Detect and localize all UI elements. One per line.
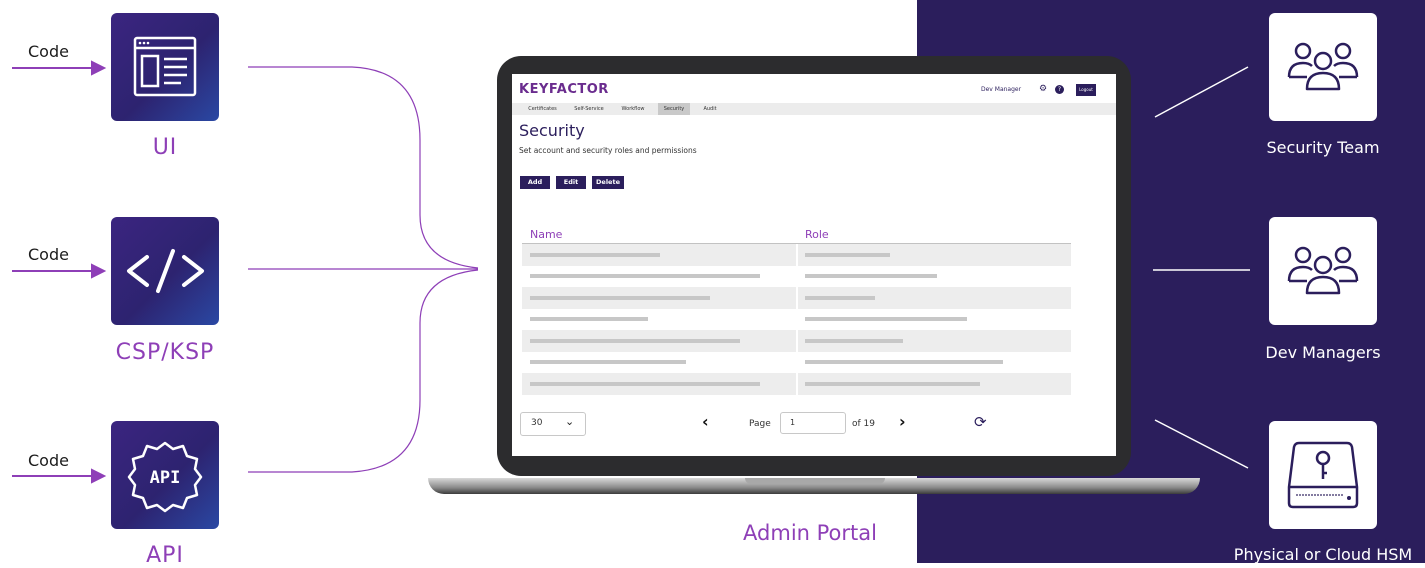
api-tile: API xyxy=(111,421,219,529)
row-separator xyxy=(796,244,798,266)
tab-bar: Certificates Self-Service Workflow Secur… xyxy=(512,103,1116,115)
browser-window-icon xyxy=(133,36,197,97)
code-label-csp: Code xyxy=(28,245,69,264)
add-button[interactable]: Add xyxy=(520,176,550,189)
ui-tile xyxy=(111,13,219,121)
converging-bracket xyxy=(248,66,479,473)
page-number-value: 1 xyxy=(790,418,796,427)
row-separator xyxy=(796,373,798,395)
users-group-icon xyxy=(1287,246,1359,295)
users-group-icon xyxy=(1287,42,1359,91)
laptop-notch xyxy=(745,478,885,484)
edit-button[interactable]: Edit xyxy=(556,176,586,189)
hsm-tile xyxy=(1269,421,1377,529)
row-separator xyxy=(796,330,798,352)
ui-caption: UI xyxy=(152,135,178,160)
code-brackets-icon xyxy=(127,249,204,293)
page-number-input[interactable]: 1 xyxy=(780,412,846,434)
role-placeholder xyxy=(805,253,890,257)
tab-self-service[interactable]: Self-Service xyxy=(567,103,611,115)
name-placeholder xyxy=(530,382,760,386)
dev-managers-tile xyxy=(1269,217,1377,325)
csp-caption: CSP/KSP xyxy=(115,340,215,365)
code-label-api: Code xyxy=(28,451,69,470)
name-placeholder xyxy=(530,274,760,278)
settings-gear-icon[interactable]: ⚙ xyxy=(1039,84,1047,94)
page-subtitle: Set account and security roles and permi… xyxy=(519,146,697,155)
security-team-tile xyxy=(1269,13,1377,121)
tab-security[interactable]: Security xyxy=(658,103,690,115)
previous-page-icon[interactable]: ‹ xyxy=(702,412,709,431)
user-name[interactable]: Dev Manager xyxy=(981,86,1021,93)
column-header-role[interactable]: Role xyxy=(805,228,829,241)
column-header-name[interactable]: Name xyxy=(530,228,562,241)
admin-portal-screen: KEYFACTOR Dev Manager ⚙ ? Logout Certifi… xyxy=(512,74,1116,456)
svg-text:API: API xyxy=(150,468,181,488)
page-size-value: 30 xyxy=(531,418,543,428)
tab-audit[interactable]: Audit xyxy=(695,103,725,115)
role-placeholder xyxy=(805,296,875,300)
input-arrows xyxy=(12,60,107,484)
code-label-ui: Code xyxy=(28,42,69,61)
refresh-icon[interactable]: ⟳ xyxy=(974,413,987,431)
delete-button[interactable]: Delete xyxy=(592,176,624,189)
role-placeholder xyxy=(805,382,980,386)
name-placeholder xyxy=(530,296,710,300)
page-title: Security xyxy=(519,121,585,140)
security-team-caption: Security Team xyxy=(1266,138,1380,157)
keyfactor-logo: KEYFACTOR xyxy=(519,82,609,97)
next-page-icon[interactable]: › xyxy=(899,412,906,431)
api-caption: API xyxy=(146,543,184,568)
name-placeholder xyxy=(530,317,648,321)
logout-button[interactable]: Logout xyxy=(1076,84,1096,96)
tab-workflow[interactable]: Workflow xyxy=(615,103,651,115)
role-placeholder xyxy=(805,339,903,343)
page-label: Page xyxy=(749,419,771,429)
name-placeholder xyxy=(530,253,660,257)
csp-tile xyxy=(111,217,219,325)
help-icon[interactable]: ? xyxy=(1055,85,1064,94)
api-gear-icon: API xyxy=(127,441,203,513)
name-placeholder xyxy=(530,339,740,343)
role-placeholder xyxy=(805,317,967,321)
tab-certificates[interactable]: Certificates xyxy=(520,103,565,115)
role-placeholder xyxy=(805,360,1003,364)
page-size-select[interactable]: 30 ⌄ xyxy=(520,412,586,436)
chevron-down-icon: ⌄ xyxy=(565,415,575,428)
hsm-key-icon xyxy=(1287,441,1359,509)
name-placeholder xyxy=(530,360,686,364)
page-total: of 19 xyxy=(852,419,875,429)
row-separator xyxy=(796,287,798,309)
role-placeholder xyxy=(805,274,937,278)
hsm-caption: Physical or Cloud HSM xyxy=(1233,545,1413,564)
dev-managers-caption: Dev Managers xyxy=(1265,343,1381,362)
admin-portal-caption: Admin Portal xyxy=(743,521,877,545)
